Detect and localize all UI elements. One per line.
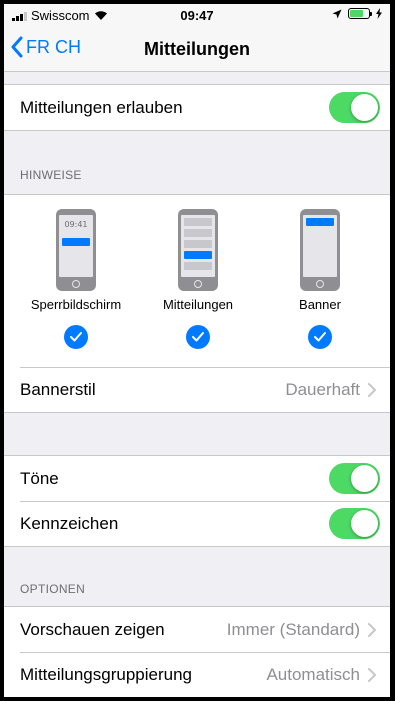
checkmark-icon [308, 325, 332, 349]
alert-style-label: Banner [299, 297, 341, 312]
badges-row: Kennzeichen [4, 501, 390, 546]
show-previews-label: Vorschauen zeigen [20, 619, 165, 639]
options-section-header: OPTIONEN [20, 582, 86, 596]
chevron-right-icon [368, 667, 376, 682]
options-group: Vorschauen zeigen Immer (Standard) Mitte… [4, 606, 390, 697]
notification-grouping-value: Automatisch [266, 664, 360, 684]
allow-notifications-label: Mitteilungen erlauben [20, 97, 183, 117]
banner-preview-icon [300, 209, 340, 291]
checkmark-icon [186, 325, 210, 349]
alert-style-label: Mitteilungen [162, 297, 234, 312]
notification-grouping-label: Mitteilungsgruppierung [20, 664, 192, 684]
banner-style-value: Dauerhaft [285, 380, 360, 399]
sounds-toggle[interactable] [329, 463, 380, 494]
alert-style-label: Sperrbildschirm [30, 297, 122, 312]
charging-bolt-icon [376, 8, 382, 19]
badges-toggle[interactable] [329, 508, 380, 539]
chevron-right-icon [368, 383, 376, 397]
lockscreen-preview-time: 09:41 [64, 220, 88, 229]
alert-style-notification-center[interactable]: Mitteilungen [138, 195, 258, 367]
battery-icon [348, 8, 372, 19]
alerts-group: 09:41 Sperrbildschirm Mitteilungen Banne… [4, 194, 390, 413]
badges-label: Kennzeichen [20, 513, 119, 533]
checkmark-icon [64, 325, 88, 349]
location-arrow-icon [332, 9, 342, 18]
alert-style-picker: 09:41 Sperrbildschirm Mitteilungen Banne… [4, 195, 390, 367]
page-title: Mitteilungen [144, 39, 250, 59]
alert-style-lockscreen[interactable]: 09:41 Sperrbildschirm [16, 195, 136, 367]
allow-notifications-toggle[interactable] [329, 92, 380, 123]
banner-style-row[interactable]: Bannerstil Dauerhaft [20, 367, 390, 412]
status-bar: Swisscom 09:47 [4, 4, 390, 26]
alert-style-banner[interactable]: Banner [260, 195, 380, 367]
banner-style-label: Bannerstil [20, 380, 96, 399]
sounds-badges-group: Töne Kennzeichen [4, 455, 390, 547]
lockscreen-preview-icon: 09:41 [56, 209, 96, 291]
show-previews-value: Immer (Standard) [226, 619, 360, 639]
notification-grouping-row[interactable]: Mitteilungsgruppierung Automatisch [4, 652, 390, 697]
sounds-row: Töne [4, 456, 390, 501]
settings-screen: Swisscom 09:47 FR CH Mitteilungen Mittei… [4, 4, 390, 697]
sounds-label: Töne [20, 468, 59, 488]
navigation-bar: FR CH Mitteilungen [4, 26, 390, 72]
show-previews-row[interactable]: Vorschauen zeigen Immer (Standard) [4, 607, 390, 652]
alerts-section-header: HINWEISE [20, 168, 82, 182]
notification-center-preview-icon [178, 209, 218, 291]
chevron-right-icon [368, 622, 376, 637]
allow-notifications-group: Mitteilungen erlauben [4, 84, 390, 131]
allow-notifications-row: Mitteilungen erlauben [4, 85, 390, 130]
